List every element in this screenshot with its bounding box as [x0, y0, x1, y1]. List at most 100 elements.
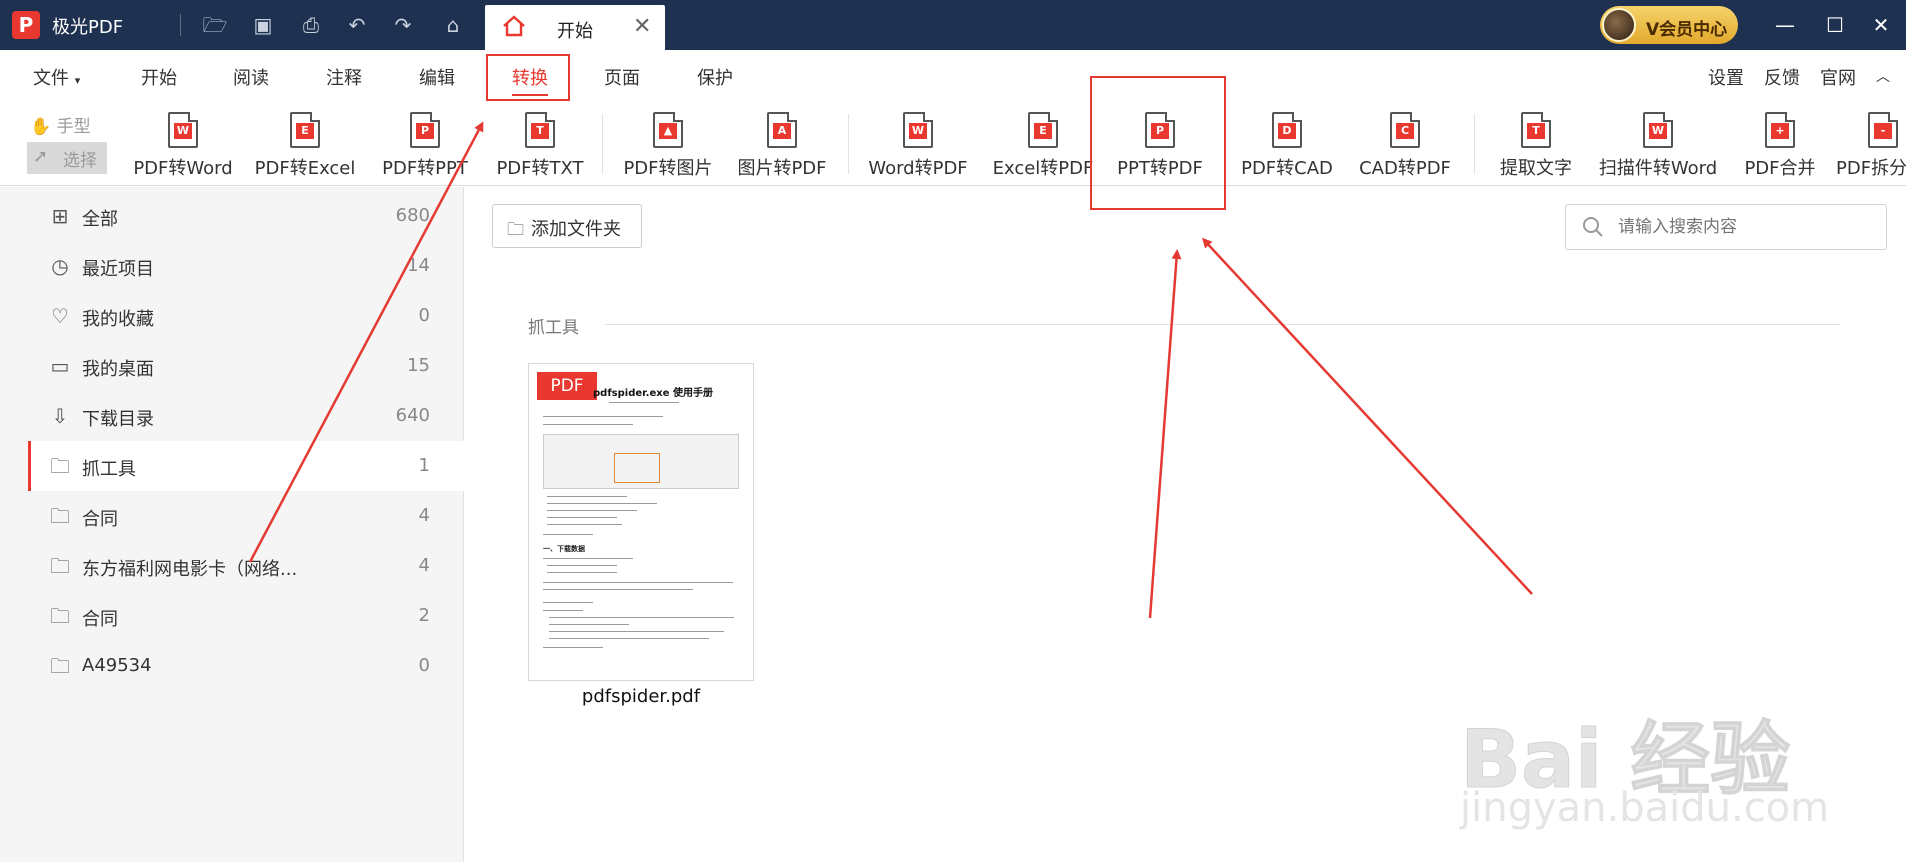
section-divider [605, 324, 1840, 325]
sidebar-item-all[interactable]: ⊞ 全部 680 [28, 191, 464, 241]
home-icon [503, 15, 525, 37]
folder-icon: 🗀 [507, 220, 524, 240]
arrow-to-ppt-to-pdf-1 [1148, 249, 1182, 619]
vip-center-button[interactable]: V会员中心 [1600, 6, 1738, 44]
thumbnail-screenshot [543, 434, 739, 489]
menu-file[interactable]: 文件 ▾ [33, 64, 80, 90]
thumbnail-doc-title: pdfspider.exe 使用手册 [593, 388, 713, 399]
sidebar: ⊞ 全部 680 ◷ 最近项目 14 ♡ 我的收藏 0 ▭ 我的桌面 15 ⇩ … [0, 187, 464, 862]
website-link[interactable]: 官网 [1820, 64, 1856, 90]
collapse-ribbon-icon[interactable]: ︿ [1876, 66, 1890, 86]
extract-text-button[interactable]: T 提取文字 [1486, 108, 1586, 184]
txt-doc-icon: T [525, 112, 555, 148]
grid-icon: ⊞ [51, 204, 69, 228]
search-input[interactable] [1618, 215, 1868, 239]
sidebar-item-recent[interactable]: ◷ 最近项目 14 [28, 241, 464, 291]
sidebar-item-movie-card[interactable]: 🗀 东方福利网电影卡（网络... 4 [28, 541, 464, 591]
cad-to-pdf-button[interactable]: C CAD转PDF [1352, 108, 1458, 184]
file-name[interactable]: pdfspider.pdf [528, 686, 754, 707]
undo-icon[interactable]: ↶ [344, 12, 370, 38]
image-doc-icon: ▲ [653, 112, 683, 148]
tab-home[interactable]: 开始 ✕ [485, 5, 665, 50]
excel-to-pdf-button[interactable]: E Excel转PDF [988, 108, 1098, 184]
search-box[interactable] [1565, 204, 1887, 250]
app-name: 极光PDF [52, 17, 124, 38]
folder-clock-icon: 🗀 [50, 604, 70, 628]
feedback-link[interactable]: 反馈 [1764, 64, 1800, 90]
settings-link[interactable]: 设置 [1708, 64, 1744, 90]
sidebar-item-a49534[interactable]: 🗀 A49534 0 [28, 641, 464, 691]
menu-page[interactable]: 页面 [604, 64, 640, 90]
arrow-to-ppt-to-pdf-2 [1201, 237, 1533, 595]
extract-text-icon: T [1521, 112, 1551, 148]
clock-icon: ◷ [51, 254, 69, 278]
close-icon[interactable]: ✕ [633, 14, 651, 39]
excel-doc-icon: E [290, 112, 320, 148]
pdf-to-image-button[interactable]: ▲ PDF转图片 [616, 108, 720, 184]
pdf-to-excel-button[interactable]: E PDF转Excel [250, 108, 360, 184]
heart-icon: ♡ [51, 304, 69, 328]
scan-to-word-button[interactable]: W 扫描件转Word [1596, 108, 1720, 184]
baidu-jingyan-watermark: Bai 经验 jingyan.baidu.com [1459, 713, 1830, 832]
download-icon: ⇩ [51, 404, 69, 428]
file-thumbnail[interactable]: PDF pdfspider.exe 使用手册 一、下载数据 [528, 363, 754, 681]
pdf-to-txt-button[interactable]: T PDF转TXT [490, 108, 590, 184]
avatar [1602, 8, 1636, 42]
pdf-badge: PDF [537, 372, 597, 400]
sidebar-item-zhuagongju[interactable]: 🗀 抓工具 1 [28, 441, 464, 491]
folder-clock-icon: 🗀 [50, 504, 70, 528]
app-logo-icon: P [12, 11, 40, 39]
word-doc-icon: W [168, 112, 198, 148]
cursor-icon: ➚ [33, 146, 49, 167]
merge-icon: + [1765, 112, 1795, 148]
toolbar-divider [848, 114, 849, 174]
save-icon[interactable]: ▣ [250, 12, 276, 38]
home-circle-icon[interactable]: ⌂ [440, 12, 466, 38]
pdf-doc-icon: A [767, 112, 797, 148]
add-folder-button[interactable]: 🗀 添加文件夹 [492, 204, 642, 248]
image-to-pdf-button[interactable]: A 图片转PDF [730, 108, 834, 184]
pdf-to-word-button[interactable]: W PDF转Word [128, 108, 238, 184]
maximize-icon[interactable]: ☐ [1820, 10, 1850, 40]
word-to-pdf-button[interactable]: W Word转PDF [862, 108, 974, 184]
title-divider [180, 14, 181, 36]
print-icon[interactable]: ⎙ [298, 12, 324, 38]
minimize-icon[interactable]: — [1770, 10, 1800, 40]
open-folder-icon[interactable]: 🗁 [202, 12, 228, 38]
cad-pdf-icon: C [1390, 112, 1420, 148]
convert-toolbar: ✋ 手型 ➚ 选择 W PDF转Word E PDF转Excel P PDF转P… [0, 102, 1906, 186]
search-icon [1583, 217, 1603, 237]
section-title: 抓工具 [528, 318, 579, 338]
redo-icon[interactable]: ↷ [390, 12, 416, 38]
menu-annotate[interactable]: 注释 [326, 64, 362, 90]
pdf-merge-button[interactable]: + PDF合并 [1734, 108, 1826, 184]
pdf-to-ppt-button[interactable]: P PDF转PPT [375, 108, 475, 184]
monitor-icon: ▭ [50, 354, 70, 378]
window-close-icon[interactable]: ✕ [1866, 10, 1896, 40]
menu-protect[interactable]: 保护 [697, 64, 733, 90]
sidebar-item-contract-2[interactable]: 🗀 合同 2 [28, 591, 464, 641]
hand-icon: ✋ [30, 117, 52, 137]
annotation-box-convert [486, 54, 570, 101]
pdf-split-button[interactable]: - PDF拆分 [1836, 108, 1906, 184]
tab-label: 开始 [557, 21, 593, 42]
select-tool[interactable]: ➚ 选择 [27, 142, 107, 174]
excel-pdf-icon: E [1028, 112, 1058, 148]
vip-label: V会员中心 [1646, 20, 1728, 40]
pdf-to-cad-button[interactable]: D PDF转CAD [1232, 108, 1342, 184]
sidebar-item-downloads[interactable]: ⇩ 下载目录 640 [28, 391, 464, 441]
menu-read[interactable]: 阅读 [233, 64, 269, 90]
word-pdf-icon: W [903, 112, 933, 148]
ppt-doc-icon: P [410, 112, 440, 148]
thumbnail-heading: 一、下载数据 [543, 545, 585, 553]
sidebar-item-contract[interactable]: 🗀 合同 4 [28, 491, 464, 541]
menu-bar: 文件 ▾ 开始 阅读 注释 编辑 转换 页面 保护 设置 反馈 官网 ︿ [0, 50, 1906, 102]
sidebar-item-favorites[interactable]: ♡ 我的收藏 0 [28, 291, 464, 341]
annotation-box-ppt-to-pdf [1090, 76, 1226, 210]
hand-tool[interactable]: ✋ 手型 [30, 112, 91, 137]
menu-edit[interactable]: 编辑 [419, 64, 455, 90]
menu-start[interactable]: 开始 [141, 64, 177, 90]
toolbar-divider [1474, 114, 1475, 174]
folder-clock-icon: 🗀 [50, 654, 70, 678]
sidebar-item-desktop[interactable]: ▭ 我的桌面 15 [28, 341, 464, 391]
